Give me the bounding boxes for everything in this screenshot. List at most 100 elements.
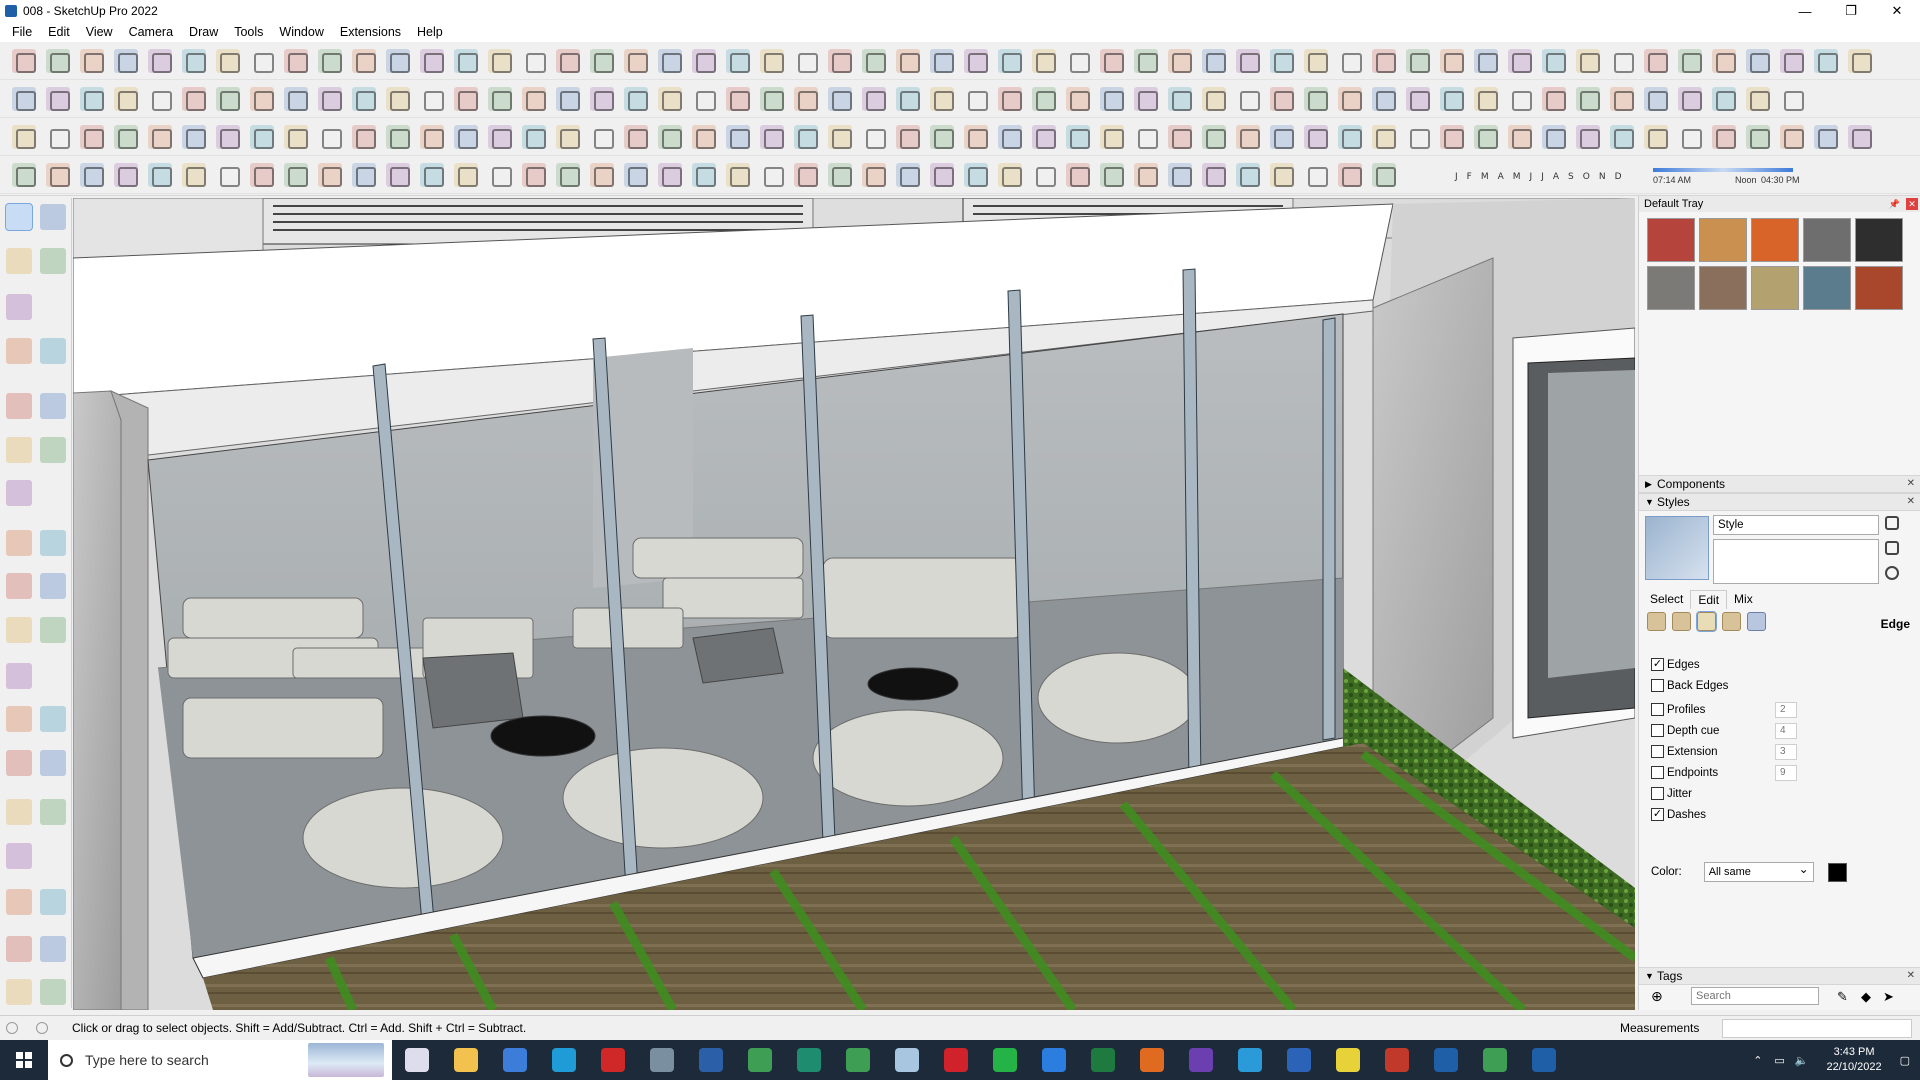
menu-tools[interactable]: Tools (226, 25, 271, 39)
checkbox[interactable] (1651, 679, 1664, 692)
toolbar-row-2-button-33[interactable] (1100, 87, 1124, 111)
toolbar-row-1-button-22[interactable] (726, 49, 750, 73)
toolbar-row-3-button-54[interactable] (1814, 125, 1838, 149)
close-button[interactable]: ✕ (1874, 0, 1920, 22)
toolbar-row-2-button-3[interactable] (80, 87, 104, 111)
toolbar-row-1-button-8[interactable] (250, 49, 274, 73)
shadow-month-slider[interactable]: JFMAMJJASOND (1455, 172, 1622, 182)
toolbar-row-1-button-1[interactable] (12, 49, 36, 73)
toolbar-row-1-button-17[interactable] (556, 49, 580, 73)
toolbar-row-3-button-13[interactable] (420, 125, 444, 149)
toolbar-row-4-button-10[interactable] (318, 163, 342, 187)
tags-search-input[interactable] (1691, 987, 1819, 1005)
toolbar-row-2-button-34[interactable] (1134, 87, 1158, 111)
toolbar-row-2-button-16[interactable] (522, 87, 546, 111)
toolbar-row-2-button-18[interactable] (590, 87, 614, 111)
toolbar-row-1-button-50[interactable] (1678, 49, 1702, 73)
menu-view[interactable]: View (78, 25, 121, 39)
toolbar-row-2-button-47[interactable] (1576, 87, 1600, 111)
toolbar-row-4-button-15[interactable] (488, 163, 512, 187)
toolbar-row-1-button-44[interactable] (1474, 49, 1498, 73)
task-view-icon[interactable] (405, 1048, 429, 1072)
toolbar-row-1-button-20[interactable] (658, 49, 682, 73)
toolbar-row-1-button-10[interactable] (318, 49, 342, 73)
components-panel-header[interactable]: ▶ Components ✕ (1639, 475, 1920, 493)
toolbar-row-2-button-10[interactable] (318, 87, 342, 111)
toolbar-row-3-button-35[interactable] (1168, 125, 1192, 149)
toolbar-row-2-button-46[interactable] (1542, 87, 1566, 111)
toolbar-row-2-button-2[interactable] (46, 87, 70, 111)
menu-extensions[interactable]: Extensions (332, 25, 409, 39)
material-swatch[interactable] (1855, 266, 1903, 310)
toolbar-row-1-button-2[interactable] (46, 49, 70, 73)
protractor-tool-icon[interactable] (6, 663, 32, 689)
chrome-icon[interactable] (846, 1048, 870, 1072)
sandbox-from-contours-tool-icon[interactable] (6, 979, 32, 1006)
toolbar-row-4-button-38[interactable] (1270, 163, 1294, 187)
todo-icon[interactable] (1042, 1048, 1066, 1072)
toolbar-row-2-button-49[interactable] (1644, 87, 1668, 111)
previous-view-tool-icon[interactable] (40, 843, 66, 869)
toolbar-row-1-button-27[interactable] (896, 49, 920, 73)
toolbar-row-4-button-4[interactable] (114, 163, 138, 187)
app-icon[interactable] (895, 1048, 919, 1072)
toolbar-row-2-button-48[interactable] (1610, 87, 1634, 111)
follow-me-tool-icon[interactable] (40, 529, 66, 556)
checkbox[interactable] (1651, 745, 1664, 758)
toolbar-row-4-button-6[interactable] (182, 163, 206, 187)
toolbar-row-2-button-30[interactable] (998, 87, 1022, 111)
toolbar-row-1-button-31[interactable] (1032, 49, 1056, 73)
toolbar-row-1-button-23[interactable] (760, 49, 784, 73)
toolbar-row-3-button-36[interactable] (1202, 125, 1226, 149)
toolbar-row-2-button-14[interactable] (454, 87, 478, 111)
toolbar-row-4-button-40[interactable] (1338, 163, 1362, 187)
polygon-tool-icon[interactable] (40, 393, 66, 420)
tab-select[interactable]: Select (1643, 590, 1690, 609)
toolbar-row-1-button-4[interactable] (114, 49, 138, 73)
toolbar-row-3-button-28[interactable] (930, 125, 954, 149)
toolbar-row-1-button-35[interactable] (1168, 49, 1192, 73)
toolbar-row-4-button-12[interactable] (386, 163, 410, 187)
toolbar-row-2-button-7[interactable] (216, 87, 240, 111)
volume-icon[interactable]: 🔈 (1795, 1054, 1809, 1067)
orbit-tool-icon[interactable] (40, 204, 66, 231)
menu-camera[interactable]: Camera (121, 25, 181, 39)
checkbox[interactable] (1651, 766, 1664, 779)
toolbar-row-1-button-46[interactable] (1542, 49, 1566, 73)
toolbar-row-3-button-11[interactable] (352, 125, 376, 149)
toolbar-row-2-button-17[interactable] (556, 87, 580, 111)
toolbar-row-4-button-31[interactable] (1032, 163, 1056, 187)
toolbar-row-4-button-37[interactable] (1236, 163, 1260, 187)
toolbar-row-2-button-19[interactable] (624, 87, 648, 111)
material-swatch[interactable] (1855, 218, 1903, 262)
tags-menu-icon[interactable]: ➤ (1883, 989, 1894, 1005)
toolbar-row-2-button-38[interactable] (1270, 87, 1294, 111)
toolbar-row-2-button-5[interactable] (148, 87, 172, 111)
create-style-icon[interactable] (1885, 516, 1899, 530)
sandbox-from-scratch-tool-icon[interactable] (40, 979, 66, 1006)
refresh-icon[interactable] (1885, 566, 1899, 580)
toolbar-row-1-button-25[interactable] (828, 49, 852, 73)
toolbar-row-1-button-26[interactable] (862, 49, 886, 73)
toolbar-row-3-button-5[interactable] (148, 125, 172, 149)
dimension-tool-icon[interactable] (40, 616, 66, 643)
toolbar-row-4-button-16[interactable] (522, 163, 546, 187)
toolbar-row-1-button-16[interactable] (522, 49, 546, 73)
look-around-tool-icon[interactable] (40, 889, 66, 916)
toolbar-row-1-button-5[interactable] (148, 49, 172, 73)
pie-tool-icon[interactable] (40, 436, 66, 463)
style-description-field[interactable] (1713, 539, 1879, 584)
watermark-settings-icon[interactable] (1722, 612, 1741, 631)
toolbar-row-1-button-49[interactable] (1644, 49, 1668, 73)
toolbar-row-1-button-39[interactable] (1304, 49, 1328, 73)
toolbar-row-2-button-51[interactable] (1712, 87, 1736, 111)
rotated-rectangle-tool-icon[interactable] (40, 337, 66, 364)
toolbar-row-1-button-40[interactable] (1338, 49, 1362, 73)
sketchup-icon[interactable] (1434, 1048, 1458, 1072)
checkbox[interactable] (1651, 703, 1664, 716)
toolbar-row-1-button-18[interactable] (590, 49, 614, 73)
pin-icon[interactable]: 📌 (1889, 199, 1900, 210)
opera-icon[interactable] (944, 1048, 968, 1072)
toolbar-row-3-button-25[interactable] (828, 125, 852, 149)
toolbar-row-2-button-22[interactable] (726, 87, 750, 111)
